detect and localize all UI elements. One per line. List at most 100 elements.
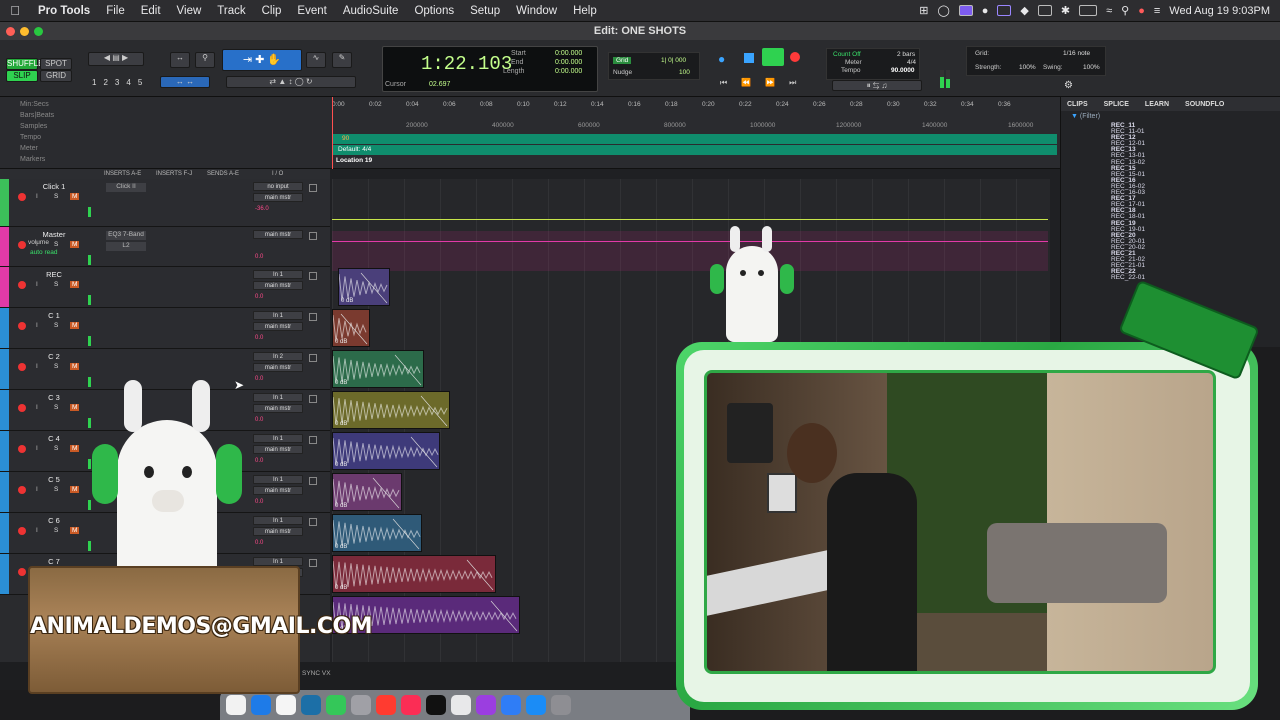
- solo-button[interactable]: S: [54, 527, 58, 534]
- audio-clip[interactable]: 0 dB: [338, 268, 390, 306]
- insert-slot[interactable]: EQ3 7-Band: [106, 231, 146, 240]
- record-enable-icon[interactable]: [18, 568, 26, 576]
- meter-lane[interactable]: Default: 4/4: [332, 145, 1057, 155]
- volume-value[interactable]: 0.0: [255, 417, 263, 423]
- transport-nav[interactable]: ⏮ ⏪ ⏩ ⏭: [720, 78, 796, 88]
- input-monitor-icon[interactable]: I: [36, 404, 38, 411]
- mute-button[interactable]: M: [70, 527, 80, 534]
- clip-gain[interactable]: 0 dB: [341, 298, 353, 304]
- ruler-samples[interactable]: Samples: [0, 123, 320, 134]
- output-selector[interactable]: main mstr: [253, 527, 303, 536]
- output-selector[interactable]: main mstr: [253, 281, 303, 290]
- track-2[interactable]: REC I S M In 1 main mstr 0.0: [0, 267, 330, 308]
- shuffle-mode[interactable]: SHUFFLE: [6, 58, 43, 70]
- input-selector[interactable]: In 1: [253, 516, 303, 525]
- volume-value[interactable]: 0.0: [255, 254, 263, 260]
- settings-icon[interactable]: [551, 695, 571, 715]
- clip-gain[interactable]: 0 dB: [335, 339, 347, 345]
- tab-soundflo[interactable]: SOUNDFLO: [1185, 101, 1224, 108]
- input-selector[interactable]: no input: [253, 182, 303, 191]
- record-enable-icon[interactable]: [18, 193, 26, 201]
- notes-icon[interactable]: [276, 695, 296, 715]
- search-icon[interactable]: ⚲: [1121, 4, 1129, 17]
- insert-slot[interactable]: Click II: [106, 183, 146, 192]
- track-name[interactable]: C 7: [26, 557, 82, 566]
- display-icon[interactable]: [1037, 5, 1052, 16]
- apple-icon[interactable]: : [0, 3, 30, 18]
- track-name[interactable]: C 5: [26, 475, 82, 484]
- track-menu-icon[interactable]: [309, 436, 317, 444]
- ruler-meter[interactable]: Meter: [0, 145, 320, 156]
- automation-mode[interactable]: auto read: [30, 249, 57, 256]
- sync-status-icon[interactable]: ◯: [937, 4, 949, 17]
- output-selector[interactable]: main mstr: [253, 404, 303, 413]
- assist-icon[interactable]: ●: [982, 5, 989, 17]
- input-selector[interactable]: In 1: [253, 557, 303, 566]
- mute-button[interactable]: M: [70, 404, 80, 411]
- tool-mode-buttons[interactable]: ⇄ ▲ ↕ ◯ ↻: [226, 76, 356, 88]
- record-enable-icon[interactable]: [18, 404, 26, 412]
- menu-setup[interactable]: Setup: [462, 5, 508, 17]
- clip-gain[interactable]: 0 dB: [335, 544, 347, 550]
- countoff-bars[interactable]: 2 bars: [897, 51, 915, 58]
- output-selector[interactable]: main mstr: [253, 445, 303, 454]
- track-buttons[interactable]: ↔ ↔: [160, 76, 210, 88]
- clip-gain[interactable]: 0 dB: [335, 462, 347, 468]
- playhead[interactable]: [332, 97, 333, 169]
- track-name[interactable]: C 6: [26, 516, 82, 525]
- record-enable-icon[interactable]: [18, 486, 26, 494]
- solo-button[interactable]: S: [54, 281, 58, 288]
- zoom-preset-3[interactable]: 3: [115, 78, 119, 87]
- record-enable-icon[interactable]: [18, 322, 26, 330]
- mute-button[interactable]: M: [70, 322, 80, 329]
- audio-clip[interactable]: 0 dB: [332, 350, 424, 388]
- audio-clip[interactable]: 0 dB: [332, 555, 496, 593]
- mute-button[interactable]: M: [70, 486, 80, 493]
- filter-input[interactable]: (Filter): [1080, 113, 1100, 120]
- grid-status-icon[interactable]: ⊞: [919, 4, 928, 17]
- meter-value[interactable]: 4/4: [907, 59, 916, 66]
- zoom-preset-2[interactable]: 2: [103, 78, 107, 87]
- menu-event[interactable]: Event: [289, 5, 334, 17]
- track-menu-icon[interactable]: [309, 518, 317, 526]
- track-menu-icon[interactable]: [309, 313, 317, 321]
- track-menu-icon[interactable]: [309, 354, 317, 362]
- volume-value[interactable]: 0.0: [255, 499, 263, 505]
- appletv-icon[interactable]: [426, 695, 446, 715]
- track-menu-icon[interactable]: [309, 477, 317, 485]
- track-menu-icon[interactable]: [309, 232, 317, 240]
- audio-clip[interactable]: 0 dB: [332, 432, 440, 470]
- zoom-buttons[interactable]: ◀ ▤ ▶: [88, 52, 144, 66]
- clip-gain[interactable]: 0 dB: [335, 585, 347, 591]
- screen-record-icon[interactable]: [958, 5, 973, 16]
- input-monitor-icon[interactable]: I: [36, 322, 38, 329]
- chrome-icon[interactable]: [226, 695, 246, 715]
- tab-learn[interactable]: LEARN: [1145, 101, 1169, 108]
- ruler-markers[interactable]: Markers: [0, 156, 320, 167]
- messages-icon[interactable]: [326, 695, 346, 715]
- audio-clip[interactable]: 0 dB: [332, 391, 450, 429]
- record-enable-icon[interactable]: [18, 445, 26, 453]
- main-counter[interactable]: 1:22.103: [421, 53, 512, 75]
- menu-audiosuite[interactable]: AudioSuite: [335, 5, 407, 17]
- record-enable-icon[interactable]: [18, 363, 26, 371]
- volume-value[interactable]: 0.0: [255, 335, 263, 341]
- sel-length-value[interactable]: 0:00.000: [555, 68, 582, 75]
- ruler-minsecs[interactable]: Min:Secs: [0, 101, 320, 112]
- timeline[interactable]: 0:00 0:02 0:04 0:06 0:08 0:10 0:12 0:14 0:16 0:18…: [332, 97, 1057, 169]
- track-menu-icon[interactable]: [309, 184, 317, 192]
- bluetooth-icon[interactable]: ✱: [1061, 4, 1070, 17]
- solo-button[interactable]: S: [54, 445, 58, 452]
- input-selector[interactable]: In 1: [253, 311, 303, 320]
- menu-file[interactable]: File: [98, 5, 133, 17]
- input-selector[interactable]: main mstr: [253, 230, 303, 239]
- magnify-icon[interactable]: ⚲: [195, 52, 215, 68]
- input-monitor-icon[interactable]: I: [36, 193, 38, 200]
- close-icon[interactable]: [6, 27, 15, 36]
- smart-tool[interactable]: ⇥ ✚ ✋: [222, 49, 302, 71]
- menu-help[interactable]: Help: [565, 5, 605, 17]
- menu-track[interactable]: Track: [209, 5, 253, 17]
- sel-end-value[interactable]: 0:00.000: [555, 59, 582, 66]
- minimize-icon[interactable]: [20, 27, 29, 36]
- zoom-preset-1[interactable]: 1: [92, 78, 96, 87]
